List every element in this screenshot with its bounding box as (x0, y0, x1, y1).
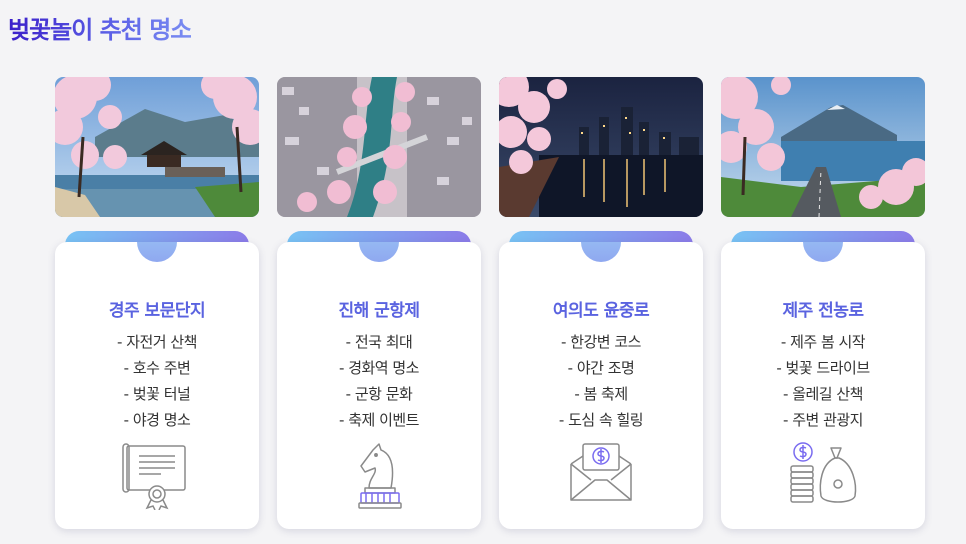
jinhae-river-aerial-photo (277, 77, 481, 217)
card-item: - 한강변 코스 (561, 333, 641, 351)
destination-card-jinhae[interactable]: 진해 군항제 - 전국 최대 - 경화역 명소 - 군항 문화 - 축제 이벤트 (277, 77, 481, 529)
card-body: 제주 전농로 - 제주 봄 시작 - 벚꽃 드라이브 - 올레길 산책 - 주변… (721, 242, 925, 529)
page-title: 벚꽃놀이 추천 명소 (8, 10, 192, 45)
gyeongju-lake-pavilion-photo (55, 77, 259, 217)
card-item: - 올레길 산책 (783, 385, 863, 403)
card-item: - 제주 봄 시작 (780, 333, 866, 351)
card-item: - 봄 축제 (574, 385, 628, 403)
card-notch (137, 242, 177, 262)
card-item: - 야경 명소 (123, 411, 191, 429)
chess-knight-icon (358, 443, 402, 509)
card-body: 진해 군항제 - 전국 최대 - 경화역 명소 - 군항 문화 - 축제 이벤트 (277, 242, 481, 529)
card-item: - 도심 속 힐링 (558, 411, 644, 429)
jeju-coastal-road-photo (721, 77, 925, 217)
card-item: - 야간 조명 (567, 359, 635, 377)
destination-card-gyeongju[interactable]: 경주 보문단지 - 자전거 산책 - 호수 주변 - 벚꽃 터널 - 야경 명소 (55, 77, 259, 529)
yeouido-night-skyline-photo (499, 77, 703, 217)
destination-card-jeju[interactable]: 제주 전농로 - 제주 봄 시작 - 벚꽃 드라이브 - 올레길 산책 - 주변… (721, 77, 925, 529)
certificate-icon (122, 443, 186, 510)
card-item: - 전국 최대 (345, 333, 413, 351)
card-body: 여의도 윤중로 - 한강변 코스 - 야간 조명 - 봄 축제 - 도심 속 힐… (499, 242, 703, 529)
card-item: - 경화역 명소 (339, 359, 419, 377)
card-title: 진해 군항제 (338, 301, 420, 321)
card-item: - 축제 이벤트 (339, 411, 419, 429)
money-envelope-icon (570, 443, 632, 501)
card-item: - 자전거 산책 (117, 333, 197, 351)
card-notch (359, 242, 399, 262)
card-item: - 벚꽃 드라이브 (776, 359, 870, 377)
card-notch (581, 242, 621, 262)
card-item: - 군항 문화 (345, 385, 413, 403)
card-notch (803, 242, 843, 262)
coins-moneybag-icon (790, 442, 857, 503)
card-title: 경주 보문단지 (108, 301, 206, 321)
card-title: 여의도 윤중로 (552, 301, 650, 321)
card-item: - 주변 관광지 (783, 411, 863, 429)
card-item: - 호수 주변 (123, 359, 191, 377)
card-item: - 벚꽃 터널 (123, 385, 191, 403)
card-body: 경주 보문단지 - 자전거 산책 - 호수 주변 - 벚꽃 터널 - 야경 명소 (55, 242, 259, 529)
destination-card-yeouido[interactable]: 여의도 윤중로 - 한강변 코스 - 야간 조명 - 봄 축제 - 도심 속 힐… (499, 77, 703, 529)
card-title: 제주 전농로 (782, 301, 864, 321)
